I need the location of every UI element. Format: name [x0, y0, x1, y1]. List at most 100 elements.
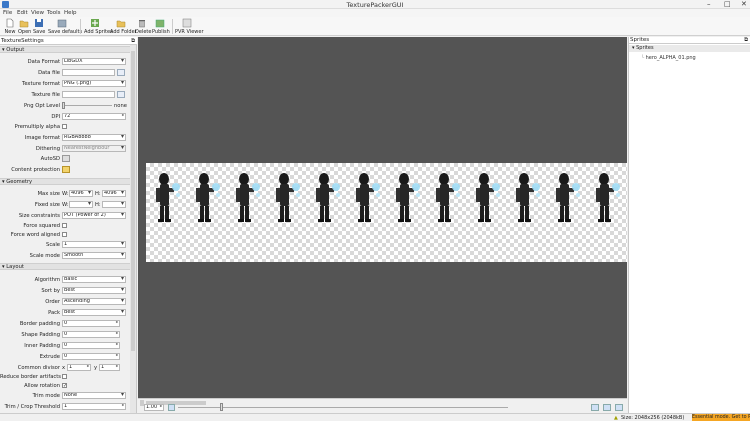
close-icon[interactable]: ✕: [741, 0, 747, 8]
new-button[interactable]: New: [4, 18, 16, 36]
fixed-width-select[interactable]: [69, 201, 93, 208]
menu-tools[interactable]: Tools: [47, 10, 61, 16]
algorithm-select[interactable]: Basic: [62, 276, 126, 283]
settings-scrollbar[interactable]: [130, 45, 136, 413]
force-squared-label: Force squared: [23, 223, 60, 229]
border-padding-spinbox[interactable]: 0: [62, 320, 120, 327]
size-constraints-label: Size constraints: [18, 213, 60, 219]
inner-padding-spinbox[interactable]: 0: [62, 342, 120, 349]
floppy-save-icon: [35, 19, 43, 27]
lock-icon[interactable]: [62, 166, 70, 173]
texture-settings-title: TextureSettings ⧉: [0, 37, 137, 45]
texture-file-label: Texture file: [31, 92, 60, 98]
sprites-tree-root[interactable]: ▾ Sprites: [629, 45, 750, 52]
maximize-icon[interactable]: □: [724, 0, 731, 8]
force-squared-checkbox[interactable]: [62, 223, 67, 228]
section-layout[interactable]: ▾ Layout: [0, 263, 130, 270]
reduce-border-artifacts-checkbox[interactable]: [62, 374, 67, 379]
force-word-aligned-checkbox[interactable]: [62, 232, 67, 237]
trash-icon: [139, 20, 145, 28]
extrude-spinbox[interactable]: 0: [62, 353, 120, 360]
delete-button[interactable]: Delete: [135, 18, 151, 36]
fixed-w-label: W:: [62, 202, 69, 208]
toolbar-separator: [172, 19, 173, 34]
png-opt-slider-track[interactable]: [62, 105, 112, 106]
section-geometry[interactable]: ▾ Geometry: [0, 178, 130, 185]
zoom-out-icon[interactable]: [168, 404, 175, 411]
autosd-label: AutoSD: [40, 156, 60, 162]
scale-select[interactable]: 1: [62, 241, 126, 248]
fixed-size-label: Fixed size: [34, 202, 60, 208]
texture-format-label: Texture format: [22, 81, 60, 87]
minimize-icon[interactable]: –: [707, 0, 711, 8]
zoom-in-icon[interactable]: [591, 404, 599, 411]
publish-button[interactable]: Publish: [152, 18, 170, 36]
menu-view[interactable]: View: [31, 10, 44, 16]
pack-select[interactable]: Best: [62, 309, 126, 316]
size-constraints-select[interactable]: POT (Power of 2): [62, 212, 126, 219]
common-divisor-x-label: x: [62, 365, 66, 371]
section-output[interactable]: ▾ Output: [0, 46, 130, 53]
max-width-select[interactable]: 4096: [69, 190, 93, 197]
data-file-input[interactable]: [62, 69, 115, 76]
warning-icon: ▲: [614, 415, 618, 421]
settings-scrollbar-thumb[interactable]: [131, 51, 135, 351]
trim-threshold-spinbox[interactable]: 1: [62, 403, 126, 410]
dithering-select[interactable]: NearestNeighbour: [62, 145, 126, 152]
image-format-select[interactable]: RGBA8888: [62, 134, 126, 141]
title-bar: TexturePackerGUI – □ ✕: [0, 0, 750, 9]
menu-help[interactable]: Help: [64, 10, 77, 16]
texture-format-select[interactable]: PNG (.png): [62, 80, 126, 87]
float-panel-icon[interactable]: ⧉: [744, 37, 748, 44]
essential-mode-badge[interactable]: Essential mode. Get to Pro: [692, 414, 750, 421]
dpi-spinbox[interactable]: 72: [62, 113, 126, 120]
common-divisor-y-label: y: [94, 365, 98, 371]
texture-file-input[interactable]: [62, 91, 115, 98]
hero-frames: [156, 173, 620, 222]
fixed-height-select[interactable]: [102, 201, 126, 208]
order-select[interactable]: Ascending: [62, 298, 126, 305]
publish-icon: [155, 19, 165, 28]
zoom-level-spinbox[interactable]: 1.00: [144, 404, 164, 411]
toolbar: New Open Save Save defaults Add Sprites …: [0, 17, 750, 36]
add-sprites-button[interactable]: Add Sprites: [84, 18, 113, 36]
add-folder-button[interactable]: Add Folder: [110, 18, 137, 36]
pvr-viewer-icon: [182, 18, 192, 28]
sprite-list-item[interactable]: └ hero_ALPHA_01.png: [641, 55, 696, 61]
browse-folder-icon[interactable]: [117, 69, 125, 76]
dithering-label: Dithering: [35, 146, 60, 152]
save-defaults-button[interactable]: Save defaults: [48, 18, 82, 36]
sort-by-select[interactable]: Best: [62, 287, 126, 294]
menu-file[interactable]: File: [3, 10, 12, 16]
zoom-fit-icon[interactable]: [603, 404, 611, 411]
zoom-slider-handle[interactable]: [220, 403, 223, 411]
max-height-select[interactable]: 4096: [102, 190, 126, 197]
autosd-gear-icon[interactable]: [62, 155, 70, 162]
pvr-viewer-button[interactable]: PVR Viewer: [175, 18, 204, 36]
border-padding-label: Border padding: [19, 321, 60, 327]
shape-padding-spinbox[interactable]: 0: [62, 331, 120, 338]
scale-mode-select[interactable]: Smooth: [62, 252, 126, 259]
float-panel-icon[interactable]: ⧉: [131, 37, 135, 45]
reduce-border-artifacts-label: Reduce border artifacts: [0, 374, 61, 380]
folder-open-icon: [19, 20, 29, 28]
data-format-select[interactable]: LibGDX: [62, 58, 126, 65]
sort-by-label: Sort by: [41, 288, 60, 294]
force-word-aligned-label: Force word aligned: [10, 232, 60, 238]
common-divisor-x-spinbox[interactable]: 1: [67, 364, 91, 371]
premultiply-alpha-checkbox[interactable]: [62, 124, 67, 129]
png-opt-value: none: [114, 103, 127, 109]
png-opt-slider-handle[interactable]: [62, 102, 65, 109]
zoom-actual-icon[interactable]: [615, 404, 623, 411]
zoom-slider-track[interactable]: [178, 407, 508, 408]
window-title: TexturePackerGUI: [346, 1, 404, 9]
trim-mode-select[interactable]: None: [62, 392, 126, 399]
menu-edit[interactable]: Edit: [17, 10, 28, 16]
scale-mode-label: Scale mode: [29, 253, 60, 259]
allow-rotation-checkbox[interactable]: ✓: [62, 383, 67, 389]
content-protection-label: Content protection: [11, 167, 60, 173]
browse-folder-icon[interactable]: [117, 91, 125, 98]
open-button[interactable]: Open: [18, 18, 31, 36]
common-divisor-y-spinbox[interactable]: 1: [99, 364, 120, 371]
save-button[interactable]: Save: [33, 18, 45, 36]
